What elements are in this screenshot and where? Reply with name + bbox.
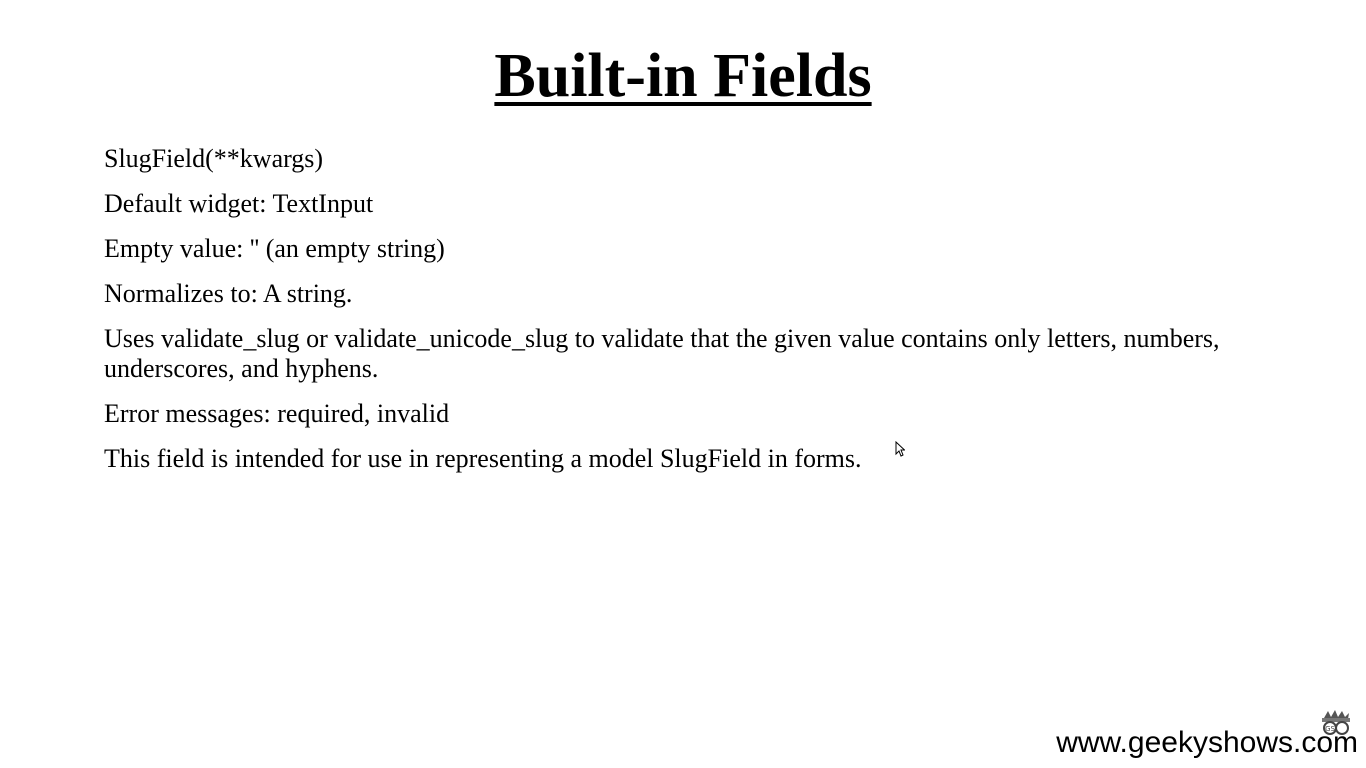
paragraph-normalizes: Normalizes to: A string. bbox=[104, 279, 353, 308]
slide-title: Built-in Fields bbox=[494, 42, 872, 110]
paragraph-intended-use: This field is intended for use in repres… bbox=[104, 444, 862, 473]
paragraph-signature: SlugField(**kwargs) bbox=[104, 144, 324, 173]
watermark: www.geekyshows.com bbox=[1056, 726, 1358, 760]
paragraph-error-messages: Error messages: required, invalid bbox=[104, 399, 450, 428]
slide-content: SlugField(**kwargs) Default widget: Text… bbox=[104, 144, 1244, 489]
paragraph-empty-value: Empty value: '' (an empty string) bbox=[104, 234, 445, 263]
paragraph-default-widget: Default widget: TextInput bbox=[104, 189, 374, 218]
paragraph-validation: Uses validate_slug or validate_unicode_s… bbox=[104, 324, 1220, 383]
mouse-pointer-icon bbox=[895, 441, 905, 457]
watermark-url: www.geekyshows.com bbox=[1056, 726, 1358, 759]
